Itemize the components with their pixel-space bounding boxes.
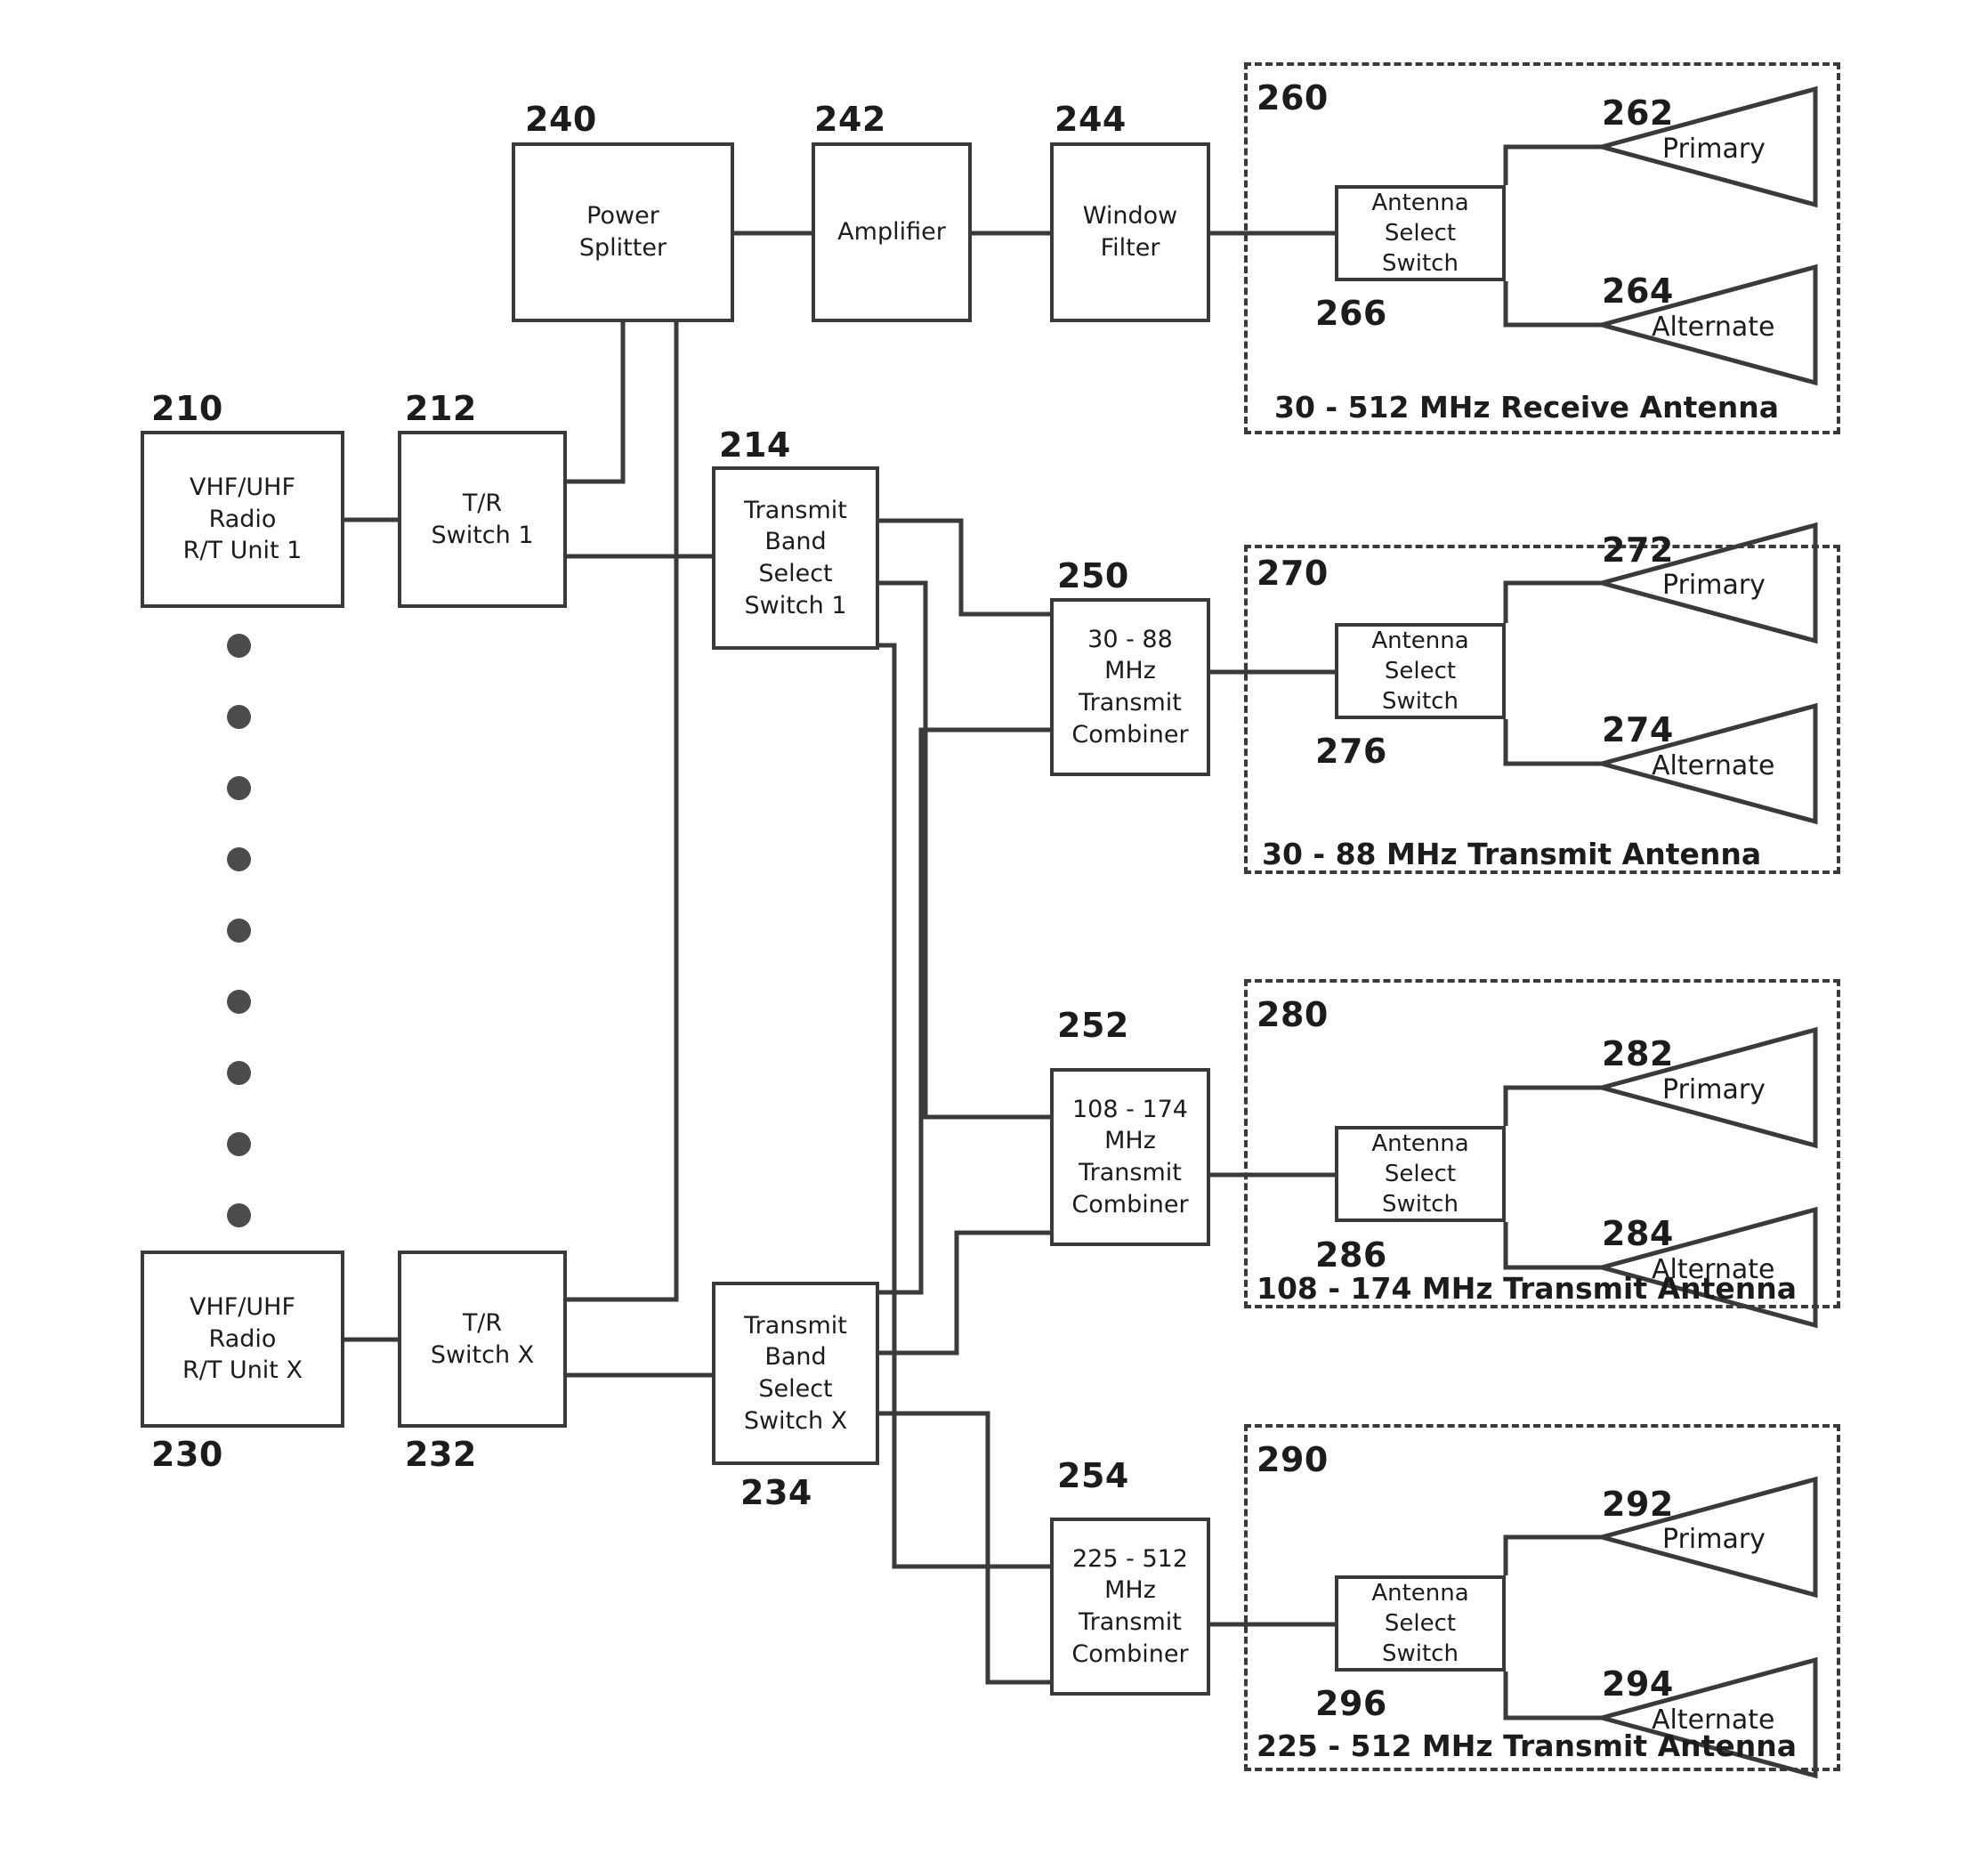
block-combiner-108-174[interactable]: 108 - 174 MHz Transmit Combiner xyxy=(1050,1068,1210,1246)
block-antenna-select-switch-tx30[interactable]: Antenna Select Switch xyxy=(1335,623,1506,719)
ref-276: 276 xyxy=(1315,732,1387,771)
block-antenna-select-switch-tx108-label: Antenna Select Switch xyxy=(1371,1129,1469,1218)
block-antenna-select-switch-receive-label: Antenna Select Switch xyxy=(1371,189,1469,278)
ref-210: 210 xyxy=(151,389,223,428)
block-combiner-30-88-label: 30 - 88 MHz Transmit Combiner xyxy=(1071,625,1189,749)
caption-receive-antenna: 30 - 512 MHz Receive Antenna xyxy=(1274,390,1779,425)
ellipsis-dot xyxy=(227,1061,251,1085)
block-radio-unit-1[interactable]: VHF/UHF Radio R/T Unit 1 xyxy=(141,431,344,608)
group-receive-antenna xyxy=(1244,62,1840,434)
block-antenna-select-switch-receive[interactable]: Antenna Select Switch xyxy=(1335,185,1506,281)
ref-292: 292 xyxy=(1602,1485,1674,1524)
block-tr-switch-1-label: T/R Switch 1 xyxy=(431,489,534,549)
ref-286: 286 xyxy=(1315,1235,1387,1275)
block-transmit-band-select-switch-1-label: Transmit Band Select Switch 1 xyxy=(744,496,847,619)
ref-270: 270 xyxy=(1257,554,1329,593)
ref-244: 244 xyxy=(1055,100,1127,139)
antenna-label-272-primary: Primary xyxy=(1662,570,1766,601)
ref-260: 260 xyxy=(1257,78,1329,117)
block-power-splitter[interactable]: Power Splitter xyxy=(512,142,734,322)
antenna-label-282-primary: Primary xyxy=(1662,1074,1766,1105)
block-radio-unit-1-label: VHF/UHF Radio R/T Unit 1 xyxy=(182,474,303,565)
antenna-label-262-primary: Primary xyxy=(1662,134,1766,165)
block-transmit-band-select-switch-x[interactable]: Transmit Band Select Switch X xyxy=(712,1282,879,1465)
block-window-filter[interactable]: Window Filter xyxy=(1050,142,1210,322)
ref-234: 234 xyxy=(740,1473,812,1512)
ellipsis-dot xyxy=(227,1203,251,1227)
antenna-label-264-alternate: Alternate xyxy=(1652,312,1775,343)
ref-266: 266 xyxy=(1315,294,1387,333)
block-combiner-225-512[interactable]: 225 - 512 MHz Transmit Combiner xyxy=(1050,1518,1210,1696)
ref-280: 280 xyxy=(1257,995,1329,1034)
block-antenna-select-switch-tx225-label: Antenna Select Switch xyxy=(1371,1579,1469,1668)
ellipsis-dot xyxy=(227,634,251,658)
block-tr-switch-x-label: T/R Switch X xyxy=(430,1308,535,1369)
ref-242: 242 xyxy=(814,100,886,139)
caption-tx30-antenna: 30 - 88 MHz Transmit Antenna xyxy=(1262,837,1762,871)
ref-232: 232 xyxy=(405,1435,477,1474)
ellipsis-dot xyxy=(227,990,251,1014)
ref-274: 274 xyxy=(1602,710,1674,749)
ref-282: 282 xyxy=(1602,1034,1674,1073)
block-amplifier-label: Amplifier xyxy=(837,218,946,247)
ellipsis-dot xyxy=(227,847,251,871)
block-window-filter-label: Window Filter xyxy=(1082,202,1178,262)
block-power-splitter-label: Power Splitter xyxy=(578,202,667,262)
caption-tx225-antenna: 225 - 512 MHz Transmit Antenna xyxy=(1257,1728,1798,1763)
ref-262: 262 xyxy=(1602,93,1674,133)
ref-290: 290 xyxy=(1257,1440,1329,1479)
ref-250: 250 xyxy=(1057,556,1129,595)
block-combiner-108-174-label: 108 - 174 MHz Transmit Combiner xyxy=(1071,1095,1189,1218)
ref-272: 272 xyxy=(1602,530,1674,570)
ellipsis-dot xyxy=(227,1132,251,1156)
ref-212: 212 xyxy=(405,389,477,428)
antenna-label-274-alternate: Alternate xyxy=(1652,750,1775,781)
ellipsis-dot xyxy=(227,776,251,800)
ellipsis-dot xyxy=(227,705,251,729)
ref-240: 240 xyxy=(525,100,597,139)
ellipsis-dot xyxy=(227,919,251,943)
block-amplifier[interactable]: Amplifier xyxy=(812,142,972,322)
ref-284: 284 xyxy=(1602,1214,1674,1253)
diagram-canvas: Power Splitter 240 Amplifier 242 Window … xyxy=(0,0,1988,1862)
block-transmit-band-select-switch-1[interactable]: Transmit Band Select Switch 1 xyxy=(712,466,879,650)
ref-264: 264 xyxy=(1602,271,1674,311)
block-antenna-select-switch-tx108[interactable]: Antenna Select Switch xyxy=(1335,1126,1506,1222)
caption-tx108-antenna: 108 - 174 MHz Transmit Antenna xyxy=(1257,1271,1798,1306)
block-transmit-band-select-switch-x-label: Transmit Band Select Switch X xyxy=(743,1311,848,1435)
block-tr-switch-x[interactable]: T/R Switch X xyxy=(398,1251,567,1428)
ref-294: 294 xyxy=(1602,1664,1674,1704)
antenna-label-292-primary: Primary xyxy=(1662,1524,1766,1555)
block-radio-unit-x-label: VHF/UHF Radio R/T Unit X xyxy=(182,1293,303,1385)
ref-230: 230 xyxy=(151,1435,223,1474)
block-combiner-225-512-label: 225 - 512 MHz Transmit Combiner xyxy=(1071,1544,1189,1668)
ref-252: 252 xyxy=(1057,1006,1129,1045)
block-tr-switch-1[interactable]: T/R Switch 1 xyxy=(398,431,567,608)
ref-214: 214 xyxy=(719,425,791,465)
ref-254: 254 xyxy=(1057,1456,1129,1495)
block-combiner-30-88[interactable]: 30 - 88 MHz Transmit Combiner xyxy=(1050,598,1210,776)
block-antenna-select-switch-tx225[interactable]: Antenna Select Switch xyxy=(1335,1575,1506,1672)
ref-296: 296 xyxy=(1315,1684,1387,1723)
block-radio-unit-x[interactable]: VHF/UHF Radio R/T Unit X xyxy=(141,1251,344,1428)
block-antenna-select-switch-tx30-label: Antenna Select Switch xyxy=(1371,627,1469,716)
